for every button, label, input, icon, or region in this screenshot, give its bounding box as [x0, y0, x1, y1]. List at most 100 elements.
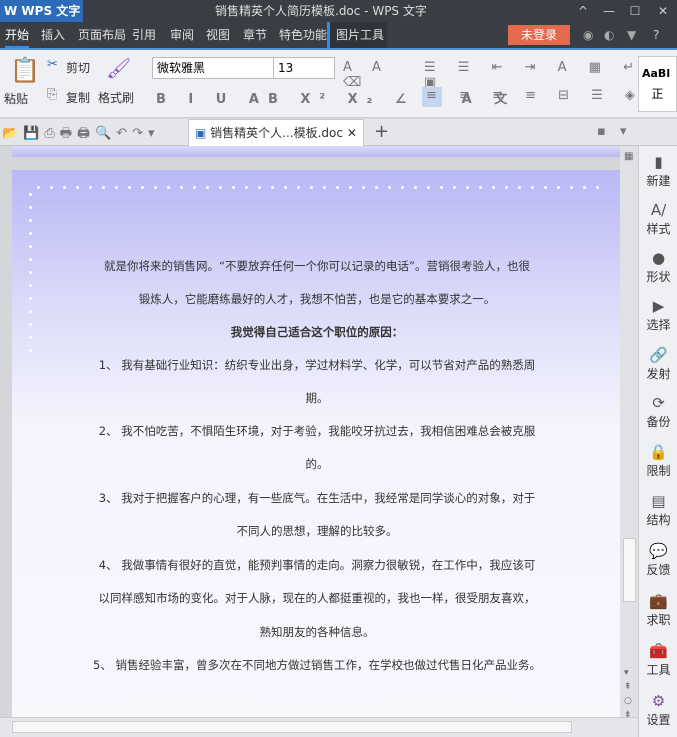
sidebar-item-restrict[interactable]: 🔒 限制: [639, 442, 677, 479]
style-gallery[interactable]: AaBl 正: [638, 56, 677, 112]
font-name-value: 微软雅黑: [157, 61, 206, 75]
vertical-scrollbar[interactable]: ▦ ▾ ⇞ ○ ⇟: [620, 146, 638, 720]
sidebar-item-style[interactable]: A/样式: [639, 200, 677, 237]
copy-button[interactable]: 复制: [66, 89, 90, 106]
list-item-1: 1、 我有基础行业知识：纺织专业出身，学过材料学、化学，可以节省对产品的熟悉周: [98, 358, 536, 372]
select-icon: ▶: [652, 297, 665, 315]
sidebar-item-select[interactable]: ▶ 选择: [639, 296, 677, 333]
sidebar-item-structure[interactable]: ▤ 结构: [639, 491, 677, 528]
font-size-value: 13: [278, 61, 294, 75]
paste-button[interactable]: 粘贴: [4, 90, 28, 107]
sidebar-label: 选择: [646, 318, 671, 332]
briefcase-icon: 💼: [649, 592, 668, 610]
horizontal-scrollbar[interactable]: [0, 717, 638, 737]
shirt-icon[interactable]: ▼: [627, 22, 636, 48]
close-button[interactable]: ✕: [650, 0, 676, 22]
sidebar-label: 备份: [646, 415, 671, 429]
section-heading: 我觉得自己适合这个职位的原因：: [230, 325, 404, 339]
paragraph-line: 锻炼人，它能磨练最好的人才，我想不怕苦，也是它的基本要求之一。: [138, 292, 496, 306]
sidebar-label: 发射: [646, 367, 671, 381]
gear-icon: ⚙: [651, 692, 666, 710]
horizontal-scrollbar-thumb[interactable]: [12, 721, 572, 733]
chat-icon: 💬: [649, 542, 668, 560]
skin-icon[interactable]: ◉: [583, 22, 593, 48]
close-tab-icon[interactable]: ✕: [347, 126, 357, 140]
tab-review[interactable]: 审阅: [170, 22, 194, 48]
tab-chapter[interactable]: 章节: [243, 22, 267, 48]
list-item-5: 5、 销售经验丰富，曾多次在不同地方做过销售工作，在学校也做过代售日化产品业务。: [93, 658, 541, 672]
page-border-dots-vertical: [29, 188, 32, 358]
sidebar-item-feedback[interactable]: 💬 反馈: [639, 541, 677, 578]
list-item-1-cont: 期。: [305, 391, 329, 405]
list-item-4: 4、 我做事情有很好的直觉，能预判事情的走向。洞察力很敏锐，在工作中，我应该可: [98, 558, 536, 572]
sidebar-item-send[interactable]: 🔗 发射: [639, 345, 677, 382]
tab-references[interactable]: 引用: [132, 22, 156, 48]
paragraph-line: 就是你将来的销售网。“不要放弃任何一个你可以记录的电话”。营销很考验人，也很: [104, 259, 530, 273]
sidebar-label: 样式: [646, 222, 671, 236]
quick-access-icons[interactable]: 📂💾⎙🖶🖨🔍↶↷▾: [2, 124, 160, 146]
paste-icon[interactable]: 📋: [10, 56, 40, 84]
menu-bar: 开始 插入 页面布局 引用 审阅 视图 章节 特色功能 图片工具 未登录 ◉ ◐…: [0, 22, 677, 48]
sidebar-item-settings[interactable]: ⚙ 设置: [639, 691, 677, 728]
new-tab-button[interactable]: +: [374, 121, 389, 142]
sidebar-label: 新建: [646, 174, 671, 188]
cut-button[interactable]: 剪切: [66, 59, 90, 76]
sidebar-item-backup[interactable]: ⟳ 备份: [639, 393, 677, 430]
structure-icon: ▤: [651, 492, 666, 510]
shape-icon: ●: [651, 249, 666, 267]
page-border-dots: [32, 186, 602, 189]
ribbon: 📋 粘贴 ✂ 剪切 ⎘ 复制 🖌 格式刷 微软雅黑 13 A A ⌫ B I U…: [0, 50, 677, 118]
page-nav-icons[interactable]: ▾ ⇞ ○ ⇟: [624, 666, 632, 722]
link-icon: 🔗: [649, 346, 668, 364]
tab-features[interactable]: 特色功能: [279, 22, 327, 48]
scissors-icon: ✂: [47, 57, 58, 72]
list-item-2-cont: 的。: [305, 457, 329, 471]
previous-page-bottom: [12, 146, 620, 157]
tab-page-layout[interactable]: 页面布局: [78, 22, 126, 48]
brush-icon: 🖌: [106, 56, 132, 80]
sidebar-label: 限制: [646, 464, 671, 478]
document-page[interactable]: 就是你将来的销售网。“不要放弃任何一个你可以记录的电话”。营销很考验人，也很 锻…: [12, 170, 620, 717]
wps-app-menu[interactable]: W WPS 文字 ▾: [0, 0, 83, 40]
font-name-select[interactable]: 微软雅黑: [152, 57, 274, 79]
tab-insert[interactable]: 插入: [41, 22, 65, 48]
sidebar-label: 结构: [646, 513, 671, 527]
sidebar-item-jobs[interactable]: 💼 求职: [639, 591, 677, 628]
tab-list-icon[interactable]: ▪: [597, 124, 606, 139]
document-tab-label: 销售精英个人...模板.doc: [210, 126, 343, 140]
toolbox-icon: 🧰: [649, 642, 668, 660]
collapse-ribbon-button[interactable]: ^: [570, 0, 596, 22]
document-tab[interactable]: ▣ 销售精英个人...模板.doc ✕: [188, 119, 364, 146]
sidebar-item-shape[interactable]: ● 形状: [639, 248, 677, 285]
list-item-4-cont2: 熟知朋友的各种信息。: [259, 625, 375, 639]
title-bar: W WPS 文字 ▾ 销售精英个人简历模板.doc - WPS 文字 ^ — ☐…: [0, 0, 677, 40]
quick-access-and-tabs: 📂💾⎙🖶🖨🔍↶↷▾ ▣ 销售精英个人...模板.doc ✕ + ▪ ▾: [0, 119, 677, 146]
document-area[interactable]: 就是你将来的销售网。“不要放弃任何一个你可以记录的电话”。营销很考验人，也很 锻…: [0, 146, 620, 717]
scrollbar-thumb[interactable]: [623, 538, 636, 602]
login-button[interactable]: 未登录: [508, 25, 570, 45]
tab-picture-tools[interactable]: 图片工具: [327, 22, 387, 48]
sidebar-item-new[interactable]: ▮ 新建: [639, 152, 677, 189]
list-item-4-cont: 以同样感知市场的变化。对于人脉，现在的人都挺重视的，我也一样，很受朋友喜欢，: [98, 591, 536, 605]
sidebar-label: 求职: [646, 613, 671, 627]
sidebar-label: 形状: [646, 270, 671, 284]
minimize-button[interactable]: —: [596, 0, 622, 22]
style-name: 正: [651, 87, 664, 101]
tab-view[interactable]: 视图: [206, 22, 230, 48]
list-item-3-cont: 不同人的思想，理解的比较多。: [236, 524, 398, 538]
font-size-select[interactable]: 13: [273, 57, 335, 79]
window-title: 销售精英个人简历模板.doc - WPS 文字: [215, 4, 427, 18]
sync-icon[interactable]: ◐: [604, 22, 614, 48]
list-item-2: 2、 我不怕吃苦，不惧陌生环境，对于考验，我能咬牙抗过去，我相信困难总会被克服: [98, 424, 536, 438]
maximize-button[interactable]: ☐: [622, 0, 648, 22]
tab-menu-icon[interactable]: ▾: [620, 124, 627, 139]
tab-home[interactable]: 开始: [5, 22, 30, 48]
sidebar-item-tools[interactable]: 🧰 工具: [639, 641, 677, 678]
format-painter-button[interactable]: 格式刷: [98, 89, 134, 106]
sidebar-label: 反馈: [646, 563, 671, 577]
ruler-toggle-icon[interactable]: ▦: [624, 151, 633, 162]
right-sidebar: ▮ 新建 A/样式 ● 形状 ▶ 选择 🔗 发射 ⟳ 备份 🔒 限制 ▤ 结构 💬 反馈 💼 求职…: [638, 146, 677, 737]
new-doc-icon: ▮: [654, 153, 663, 171]
font-grow-shrink-icons[interactable]: A A ⌫: [343, 60, 403, 90]
help-button[interactable]: ?: [653, 22, 659, 48]
